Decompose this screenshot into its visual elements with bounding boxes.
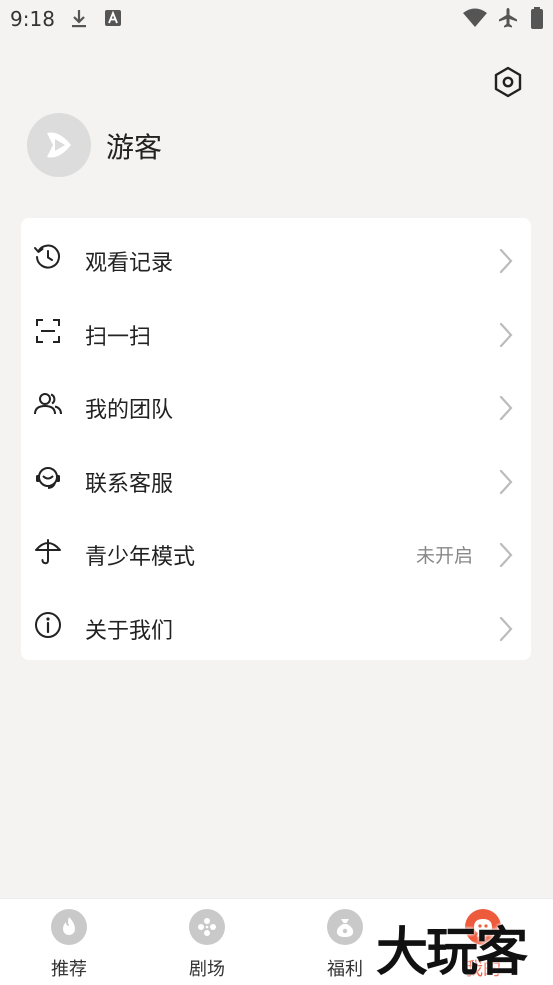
avatar[interactable] bbox=[27, 113, 91, 177]
menu-item-customer-service[interactable]: 联系客服 bbox=[21, 439, 531, 513]
battery-icon bbox=[531, 7, 543, 29]
gift-bag-icon bbox=[327, 909, 363, 945]
chevron-right-icon bbox=[499, 469, 513, 494]
teen-mode-status: 未开启 bbox=[415, 545, 473, 568]
username[interactable]: 游客 bbox=[106, 126, 162, 166]
menu-item-label: 我的团队 bbox=[85, 398, 174, 424]
watermark: 大玩客 bbox=[376, 922, 528, 983]
play-logo-icon bbox=[47, 132, 71, 158]
team-icon bbox=[34, 393, 62, 415]
chevron-right-icon bbox=[499, 616, 513, 642]
scan-icon bbox=[36, 318, 60, 343]
fire-icon bbox=[51, 909, 87, 945]
info-icon bbox=[35, 611, 61, 638]
nav-label: 剧场 bbox=[189, 959, 225, 980]
status-bar: 9:18 bbox=[0, 0, 553, 40]
menu-item-label: 观看记录 bbox=[85, 251, 174, 276]
menu-item-label: 联系客服 bbox=[85, 471, 174, 497]
menu-item-scan[interactable]: 扫一扫 bbox=[21, 292, 531, 366]
menu-item-watch-history[interactable]: 观看记录 bbox=[21, 218, 531, 292]
nav-tab-recommend[interactable]: 推荐 bbox=[24, 899, 114, 985]
customer-service-icon bbox=[36, 466, 60, 489]
chevron-right-icon bbox=[499, 396, 513, 421]
chevron-right-icon bbox=[499, 543, 513, 568]
nav-tab-theater[interactable]: 剧场 bbox=[162, 899, 252, 985]
umbrella-icon bbox=[35, 539, 61, 565]
chevron-right-icon bbox=[499, 322, 513, 347]
download-icon bbox=[72, 10, 86, 28]
airplane-icon bbox=[499, 8, 517, 28]
menu-item-label: 扫一扫 bbox=[85, 324, 152, 350]
menu-item-label: 青少年模式 bbox=[85, 545, 196, 571]
nav-label: 推荐 bbox=[51, 959, 87, 980]
settings-icon[interactable] bbox=[490, 64, 526, 100]
film-reel-icon bbox=[189, 909, 225, 945]
menu-item-my-team[interactable]: 我的团队 bbox=[21, 365, 531, 439]
menu-item-teen-mode[interactable]: 青少年模式 未开启 bbox=[21, 512, 531, 586]
menu-item-label: 关于我们 bbox=[85, 618, 174, 644]
wifi-icon bbox=[463, 8, 487, 27]
menu-card: 观看记录 扫一扫 我的团队 联系客服 青少年模式 未开启 关于我们 bbox=[21, 218, 531, 660]
chevron-right-icon bbox=[499, 248, 513, 274]
status-time: 9:18 bbox=[10, 7, 55, 31]
menu-item-about-us[interactable]: 关于我们 bbox=[21, 586, 531, 660]
history-icon bbox=[34, 244, 60, 269]
app-notification-icon bbox=[105, 10, 121, 26]
